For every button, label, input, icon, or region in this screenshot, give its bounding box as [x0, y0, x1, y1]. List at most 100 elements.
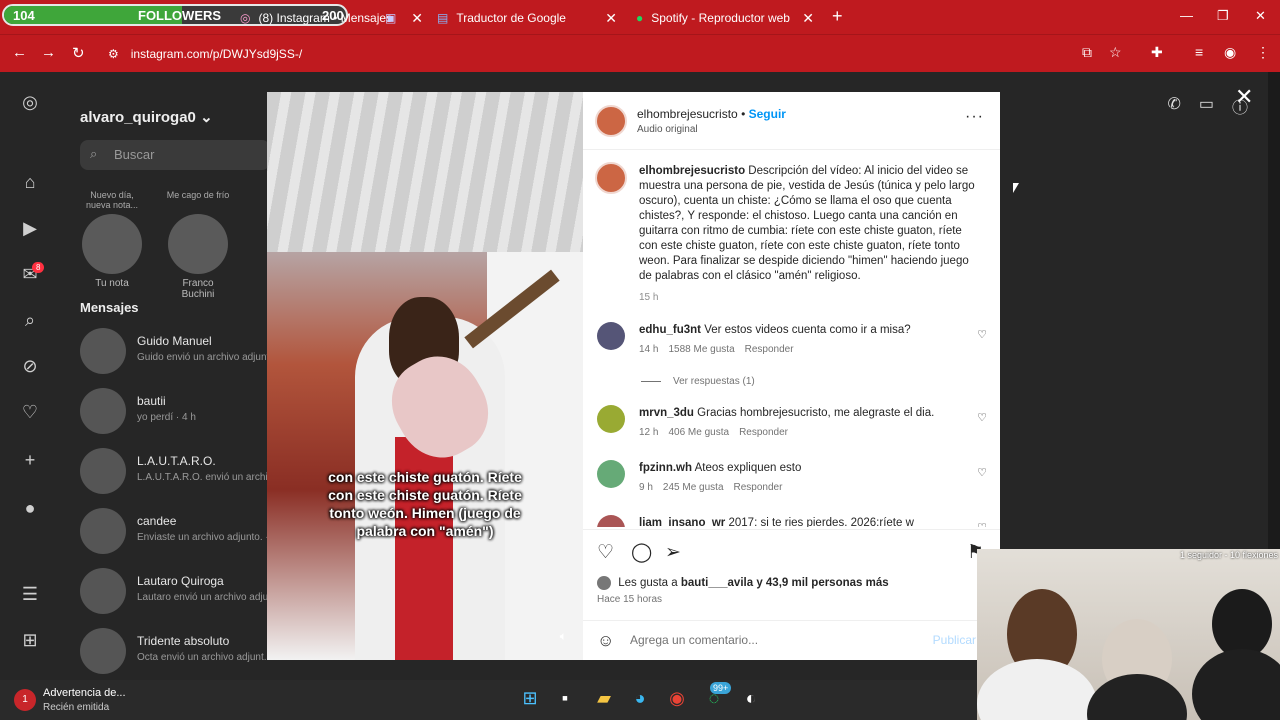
emoji-icon[interactable]: ☺ [597, 631, 614, 651]
warning-badge-icon: 1 [14, 689, 36, 711]
avatar[interactable] [597, 460, 625, 488]
reply-button[interactable]: Responder [745, 344, 794, 355]
thread-item[interactable]: candee Enviaste un archivo adjunto. · [80, 508, 270, 558]
post-modal: con este chiste guatón. Ríete con este c… [267, 92, 1000, 660]
search-icon[interactable]: ⌕ [19, 310, 41, 332]
video-call-icon[interactable]: ▭ [1199, 94, 1214, 118]
avatar[interactable] [597, 322, 625, 350]
comment-text: Ateos expliquen esto [694, 462, 802, 474]
comment-time: 9 h [639, 482, 653, 493]
thread-item[interactable]: Tridente absoluto Octa envió un archivo a… [80, 628, 272, 678]
comment-user[interactable]: edhu_fu3nt [639, 324, 701, 336]
thread-item[interactable]: Guido Manuel Guido envió un archivo adjun… [80, 328, 278, 378]
webcam-label: 1 seguidor - 10 flexiones [1179, 550, 1278, 560]
comment-input[interactable]: Agrega un comentario... [630, 633, 758, 647]
url-text[interactable]: instagram.com/p/DWJYsd9jSS-/ [131, 47, 302, 61]
reels-icon[interactable]: ▶ [19, 218, 41, 240]
site-info-icon[interactable]: ⚙ [108, 47, 119, 61]
media-control-icon[interactable]: ≡ [1195, 44, 1203, 60]
reply-button[interactable]: Responder [739, 427, 788, 438]
likes-summary[interactable]: Les gusta a bauti___avila y 43,9 mil per… [597, 576, 889, 590]
share-icon[interactable]: ➢ [665, 541, 681, 564]
profile-avatar[interactable]: ● [19, 498, 41, 520]
bookmark-star-icon[interactable]: ☆ [1109, 44, 1122, 61]
close-icon[interactable]: ✕ [605, 10, 617, 27]
home-icon[interactable]: ⌂ [19, 172, 41, 194]
view-replies-button[interactable]: Ver respuestas (1) [641, 376, 755, 387]
notifications-heart-icon[interactable]: ♡ [19, 402, 41, 424]
follow-button[interactable]: Seguir [749, 107, 786, 121]
like-comment-icon[interactable]: ♡ [977, 411, 987, 424]
browser-menu-icon[interactable]: ⋮ [1256, 44, 1270, 61]
video-roof [267, 92, 583, 252]
thread-item[interactable]: Lautaro Quiroga Lautaro envió un archivo … [80, 568, 277, 618]
restore-icon[interactable]: ❐ [1217, 8, 1229, 24]
avatar[interactable] [597, 405, 625, 433]
author-avatar[interactable] [595, 105, 627, 137]
add-comment-bar: ☺ Agrega un comentario... Publicar [583, 620, 1000, 660]
more-options-icon[interactable]: ··· [965, 108, 984, 126]
address-bar[interactable]: ⚙ instagram.com/p/DWJYsd9jSS-/ [108, 40, 1148, 68]
profile-avatar-icon[interactable]: ◉ [1224, 44, 1236, 61]
comment-likes[interactable]: 406 Me gusta [668, 427, 729, 438]
like-comment-icon[interactable]: ♡ [977, 328, 987, 341]
new-tab-button[interactable]: + [832, 6, 843, 27]
like-comment-icon[interactable]: ♡ [977, 521, 987, 527]
windows-start-icon[interactable]: ⊞ [518, 688, 542, 712]
minimize-icon[interactable]: — [1180, 8, 1193, 23]
reply-button[interactable]: Responder [734, 482, 783, 493]
apps-grid-icon[interactable]: ⊞ [19, 630, 41, 652]
messages-sidebar: alvaro_quiroga0 ⌄ ⌕ Buscar Nuevo día, nue… [60, 72, 287, 680]
author-username[interactable]: elhombrejesucristo [637, 107, 738, 121]
edge-icon[interactable]: ◕ [628, 688, 652, 712]
caption-avatar[interactable] [595, 162, 627, 194]
publish-button[interactable]: Publicar [933, 633, 976, 647]
likes-user[interactable]: bauti___avila [681, 577, 753, 589]
extensions-icon[interactable]: ✚ [1151, 44, 1163, 61]
account-switcher[interactable]: alvaro_quiroga0 ⌄ [80, 108, 213, 126]
install-app-icon[interactable]: ⧉ [1082, 44, 1092, 61]
address-toolbar: ← → ↻ ⚙ instagram.com/p/DWJYsd9jSS-/ ⧉ ☆… [0, 34, 1280, 72]
create-plus-icon[interactable]: + [19, 450, 41, 472]
thread-item[interactable]: L.A.U.T.A.R.O. L.A.U.T.A.R.O. envió un ar… [80, 448, 287, 498]
reel-video[interactable]: con este chiste guatón. Ríete con este c… [267, 92, 583, 660]
comment-likes[interactable]: 245 Me gusta [663, 482, 724, 493]
forward-icon[interactable]: → [41, 44, 56, 61]
close-modal-icon[interactable]: ✕ [1235, 84, 1253, 110]
comment-user[interactable]: liam_insano_wr [639, 517, 725, 527]
thread-preview: L.A.U.T.A.R.O. envió un archivo... [137, 472, 287, 483]
close-icon[interactable]: ✕ [411, 10, 423, 27]
window-close-icon[interactable]: ✕ [1255, 8, 1266, 24]
instagram-logo-icon[interactable]: ◎ [19, 92, 41, 114]
reload-icon[interactable]: ↻ [72, 44, 85, 62]
audio-link[interactable]: Audio original [637, 124, 698, 135]
notification-widget[interactable]: 1 Advertencia de... Recién emitida [14, 685, 154, 717]
mute-icon[interactable]: 🔈︎ [560, 629, 567, 644]
tab-spotify[interactable]: ● Spotify - Reproductor web: mú ✕ [636, 6, 814, 30]
thread-item[interactable]: bautii yo perdí · 4 h [80, 388, 270, 438]
phone-call-icon[interactable]: ✆ [1167, 94, 1180, 118]
tab-translate[interactable]: ▤ Traductor de Google ✕ [437, 6, 617, 30]
comment-icon[interactable]: ◯ [631, 541, 652, 564]
comment-user[interactable]: mrvn_3du [639, 407, 694, 419]
caption-username[interactable]: elhombrejesucristo [639, 165, 745, 177]
webcam-person-3-body [1192, 649, 1280, 720]
terminal-icon[interactable]: ▪ [553, 688, 577, 712]
note-item[interactable]: Me cago de frío Franco Buchini [166, 190, 230, 300]
more-menu-icon[interactable]: ☰ [19, 584, 41, 606]
app-icon[interactable]: ◐ [739, 688, 763, 712]
chrome-icon[interactable]: ◉ [665, 688, 689, 712]
comment-user[interactable]: fpzinn.wh [639, 462, 692, 474]
avatar[interactable] [597, 515, 625, 527]
search-input[interactable]: ⌕ Buscar [80, 140, 270, 170]
avatar [80, 628, 126, 674]
comment-likes[interactable]: 1588 Me gusta [668, 344, 734, 355]
back-icon[interactable]: ← [12, 44, 27, 61]
tab-close-button[interactable]: ▣ ✕ [385, 6, 423, 30]
explore-icon[interactable]: ⊘ [19, 356, 41, 378]
file-explorer-icon[interactable]: ▰ [592, 688, 616, 712]
note-item[interactable]: Nuevo día, nueva nota... Tu nota [80, 190, 144, 289]
like-heart-icon[interactable]: ♡ [597, 541, 614, 564]
like-comment-icon[interactable]: ♡ [977, 466, 987, 479]
close-icon[interactable]: ✕ [802, 10, 814, 27]
